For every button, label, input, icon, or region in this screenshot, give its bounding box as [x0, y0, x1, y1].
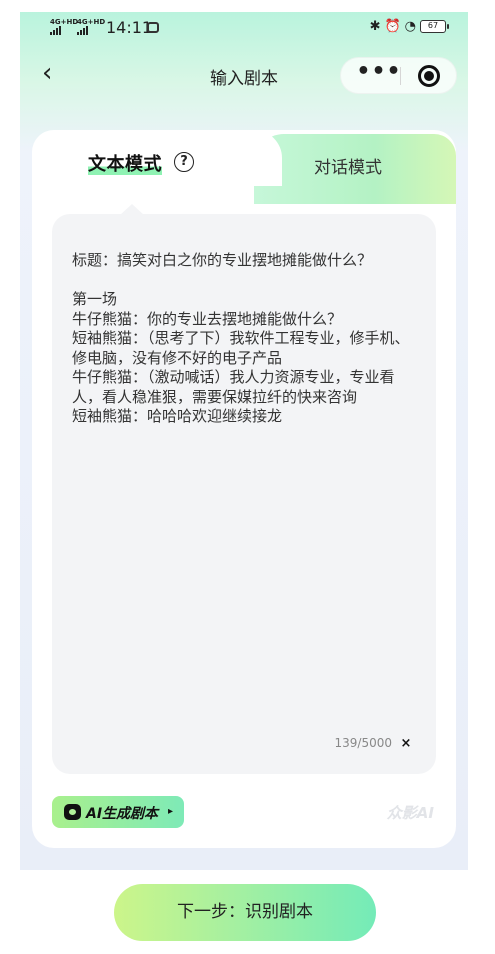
message-icon — [147, 22, 159, 33]
battery-level: 67 — [427, 21, 439, 30]
battery-icon: 67 — [420, 20, 449, 33]
script-textarea[interactable]: 标题：搞笑对白之你的专业摆地摊能做什么？ 第一场 牛仔熊猫：你的专业去摆地摊能做… — [52, 214, 436, 774]
next-step-button[interactable]: 下一步：识别剧本 — [114, 884, 376, 941]
app-screen: 4G+HD 4G+HD 14:11 ✱ ⏰ ◔ 67 ‹ 输入剧本 ••• 文本… — [20, 12, 468, 870]
close-target-icon[interactable] — [418, 65, 440, 87]
navigation-bar: ‹ 输入剧本 ••• — [20, 52, 468, 96]
script-card: 文本模式 ? 对话模式 标题：搞笑对白之你的专业摆地摊能做什么？ 第一场 牛仔熊… — [32, 130, 456, 848]
ai-generate-button[interactable]: AI生成剧本 ▸ — [52, 796, 184, 828]
tab-text-mode-label: 文本模式 — [88, 154, 162, 175]
tab-dialogue-mode-label[interactable]: 对话模式 — [314, 153, 382, 178]
alarm-icon: ⏰ — [384, 19, 401, 34]
status-time: 14:11 — [106, 18, 153, 37]
ai-generate-label: AI生成剧本 — [86, 806, 159, 822]
bluetooth-icon: ✱ — [369, 19, 381, 34]
signal-2-icon: 4G+HD — [77, 19, 105, 35]
brand-watermark: 众影AI — [386, 804, 434, 822]
tab-active-shape — [212, 130, 282, 186]
clear-icon[interactable]: × — [398, 736, 414, 752]
more-icon[interactable]: ••• — [354, 58, 404, 93]
script-text[interactable]: 标题：搞笑对白之你的专业摆地摊能做什么？ 第一场 牛仔熊猫：你的专业去摆地摊能做… — [72, 251, 418, 427]
char-counter: 139/5000 — [334, 736, 393, 750]
status-right-icons: ✱ ⏰ ◔ 67 — [369, 19, 449, 34]
caret-right-icon: ▸ — [168, 806, 174, 817]
signal-1-label: 4G+HD — [50, 18, 79, 26]
signal-1-icon: 4G+HD — [50, 19, 78, 35]
help-icon[interactable]: ? — [174, 152, 194, 172]
capsule-divider — [400, 67, 401, 85]
tab-text-mode[interactable]: 文本模式 — [88, 150, 162, 176]
status-bar: 4G+HD 4G+HD 14:11 ✱ ⏰ ◔ 67 — [20, 12, 468, 44]
ai-bot-icon — [64, 804, 81, 820]
mini-program-capsule: ••• — [340, 57, 457, 94]
signal-2-label: 4G+HD — [77, 18, 106, 26]
wifi-icon: ◔ — [404, 19, 416, 34]
